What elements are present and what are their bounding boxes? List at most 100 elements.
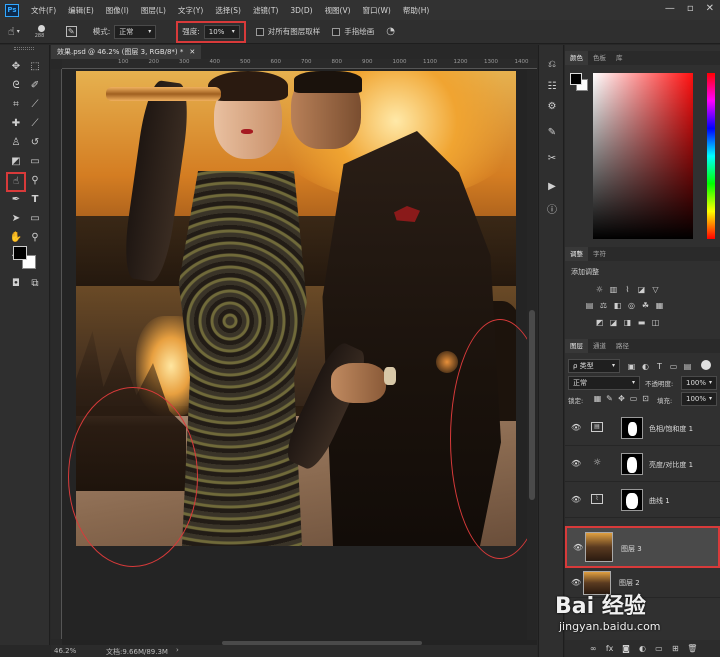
history-brush-tool-icon[interactable]: ↺ <box>27 135 43 151</box>
healing-brush-tool-icon[interactable]: ✚ <box>8 116 24 132</box>
exposure-icon[interactable]: ◪ <box>637 285 646 294</box>
lock-position-icon[interactable]: ✥ <box>617 394 626 403</box>
zoom-level[interactable]: 46.2% <box>54 647 76 655</box>
color-lookup-icon[interactable]: ▦ <box>655 301 664 310</box>
crop-tool-icon[interactable]: ⌗ <box>8 97 24 113</box>
brush-settings-panel-icon[interactable]: ✎ <box>546 127 558 139</box>
mode-select[interactable]: 正常 ▾ <box>114 24 157 39</box>
tool-presets-panel-icon[interactable]: ✂ <box>546 153 558 165</box>
info-panel-icon[interactable]: ⓘ <box>546 205 558 217</box>
add-mask-icon[interactable]: ◙ <box>622 644 631 653</box>
document-size[interactable]: 文档:9.66M/89.3M <box>106 647 168 657</box>
layer-row[interactable]: 👁 ▤ 色相/饱和度 1 <box>565 410 720 446</box>
link-layers-icon[interactable]: ∞ <box>589 644 598 653</box>
finger-painting-checkbox[interactable] <box>332 27 341 36</box>
color-spectrum-field[interactable] <box>593 73 693 239</box>
filter-adjustment-icon[interactable]: ◐ <box>641 362 650 371</box>
layer-filter-select[interactable]: ρ 类型 ▾ <box>568 359 620 373</box>
marquee-tool-icon[interactable]: ⬚ <box>27 59 43 75</box>
menu-layer[interactable]: 图层(L) <box>141 5 166 16</box>
tab-layers[interactable]: 图层 <box>565 339 588 353</box>
close-tab-icon[interactable]: ✕ <box>189 45 195 59</box>
visibility-eye-icon[interactable]: 👁 <box>571 495 581 504</box>
layer-name[interactable]: 曲线 1 <box>649 496 670 506</box>
layer-thumbnail[interactable] <box>585 532 613 562</box>
gradient-map-icon[interactable]: ▬ <box>637 318 646 327</box>
adjust-panel-icon[interactable]: ⚙ <box>546 101 558 113</box>
layer-row-selected[interactable]: 👁 图层 3 <box>565 526 720 568</box>
toolbar-grip[interactable] <box>14 47 34 50</box>
type-tool-icon[interactable]: T <box>27 192 43 208</box>
brush-settings-icon[interactable]: ✎ <box>65 26 77 37</box>
blend-mode-select[interactable]: 正常 ▾ <box>568 376 640 390</box>
fill-input[interactable]: 100% ▾ <box>681 392 717 406</box>
menu-filter[interactable]: 滤镜(T) <box>253 5 278 16</box>
quick-select-tool-icon[interactable]: ✐ <box>27 78 43 94</box>
visibility-eye-icon[interactable]: 👁 <box>571 459 581 468</box>
brush-tool-icon[interactable]: ⟋ <box>27 116 43 132</box>
layer-name[interactable]: 亮度/对比度 1 <box>649 460 693 470</box>
smudge-tool-icon[interactable]: ☝ <box>6 172 26 192</box>
eyedropper-tool-icon[interactable]: ⟋ <box>27 97 43 113</box>
channel-mixer-icon[interactable]: ☘ <box>641 301 650 310</box>
filter-type-icon[interactable]: T <box>655 362 664 371</box>
close-window-icon[interactable]: ✕ <box>706 3 714 14</box>
tab-channels[interactable]: 通道 <box>588 339 611 353</box>
layer-style-icon[interactable]: fx <box>605 644 614 653</box>
photo-filter-icon[interactable]: ◎ <box>627 301 636 310</box>
minimize-icon[interactable]: — <box>665 3 675 14</box>
menu-select[interactable]: 选择(S) <box>215 5 241 16</box>
visibility-eye-icon[interactable]: 👁 <box>571 423 581 432</box>
screen-mode-icon[interactable]: ⧉ <box>27 276 43 292</box>
layer-name[interactable]: 色相/饱和度 1 <box>649 424 693 434</box>
opacity-input[interactable]: 100% ▾ <box>681 376 717 390</box>
hue-saturation-icon[interactable]: ▤ <box>585 301 594 310</box>
strength-input[interactable]: 10% ▾ <box>203 24 240 39</box>
document-tab[interactable]: 效果.psd @ 46.2% (图层 3, RGB/8*) * ✕ <box>51 45 202 59</box>
lock-transparent-icon[interactable]: ▦ <box>593 394 602 403</box>
hand-tool-icon[interactable]: ✋ <box>8 230 24 246</box>
quick-mask-icon[interactable]: ◘ <box>8 276 24 292</box>
move-tool-icon[interactable]: ✥ <box>8 59 24 75</box>
lock-image-icon[interactable]: ✎ <box>605 394 614 403</box>
smudge-tool-preset-icon[interactable]: ☝ <box>8 25 15 38</box>
black-white-icon[interactable]: ◧ <box>613 301 622 310</box>
trash-icon[interactable]: 🗑 <box>687 644 697 653</box>
menu-image[interactable]: 图像(I) <box>106 5 129 16</box>
menu-type[interactable]: 文字(Y) <box>178 5 203 16</box>
visibility-eye-icon[interactable]: 👁 <box>571 578 581 587</box>
tab-adjustments[interactable]: 调整 <box>565 247 588 261</box>
filter-smart-icon[interactable]: ▤ <box>683 362 692 371</box>
menu-edit[interactable]: 编辑(E) <box>68 5 94 16</box>
new-layer-icon[interactable]: ⊞ <box>671 644 680 653</box>
filter-toggle-icon[interactable] <box>701 360 711 370</box>
hue-slider[interactable] <box>707 73 715 239</box>
layer-mask-thumbnail[interactable] <box>621 453 643 475</box>
color-fg-swatch[interactable] <box>570 73 582 85</box>
menu-file[interactable]: 文件(F) <box>31 5 56 16</box>
posterize-icon[interactable]: ◪ <box>609 318 618 327</box>
new-adjustment-icon[interactable]: ◐ <box>638 644 647 653</box>
selective-color-icon[interactable]: ◫ <box>651 318 660 327</box>
menu-view[interactable]: 视图(V) <box>325 5 351 16</box>
brightness-contrast-icon[interactable]: ☼ <box>595 285 604 294</box>
menu-window[interactable]: 窗口(W) <box>363 5 391 16</box>
threshold-icon[interactable]: ◨ <box>623 318 632 327</box>
tab-libraries[interactable]: 库 <box>611 51 628 65</box>
layer-row[interactable]: 👁 ⌇ 曲线 1 <box>565 482 720 518</box>
history-panel-icon[interactable]: ⎌ <box>546 59 558 71</box>
pressure-icon[interactable]: ◔ <box>386 26 395 37</box>
status-menu-arrow-icon[interactable]: › <box>176 646 179 654</box>
levels-icon[interactable]: ▥ <box>609 285 618 294</box>
lasso-tool-icon[interactable]: ᘓ <box>8 78 24 94</box>
properties-panel-icon[interactable]: ☷ <box>546 81 558 93</box>
clone-stamp-tool-icon[interactable]: ♙ <box>8 135 24 151</box>
tab-character[interactable]: 字符 <box>588 247 611 261</box>
path-selection-tool-icon[interactable]: ➤ <box>8 211 24 227</box>
canvas-area[interactable] <box>62 69 537 640</box>
gradient-tool-icon[interactable]: ▭ <box>27 154 43 170</box>
filter-pixel-icon[interactable]: ▣ <box>627 362 636 371</box>
layer-name[interactable]: 图层 3 <box>621 544 642 554</box>
tab-swatches[interactable]: 色板 <box>588 51 611 65</box>
invert-icon[interactable]: ◩ <box>595 318 604 327</box>
